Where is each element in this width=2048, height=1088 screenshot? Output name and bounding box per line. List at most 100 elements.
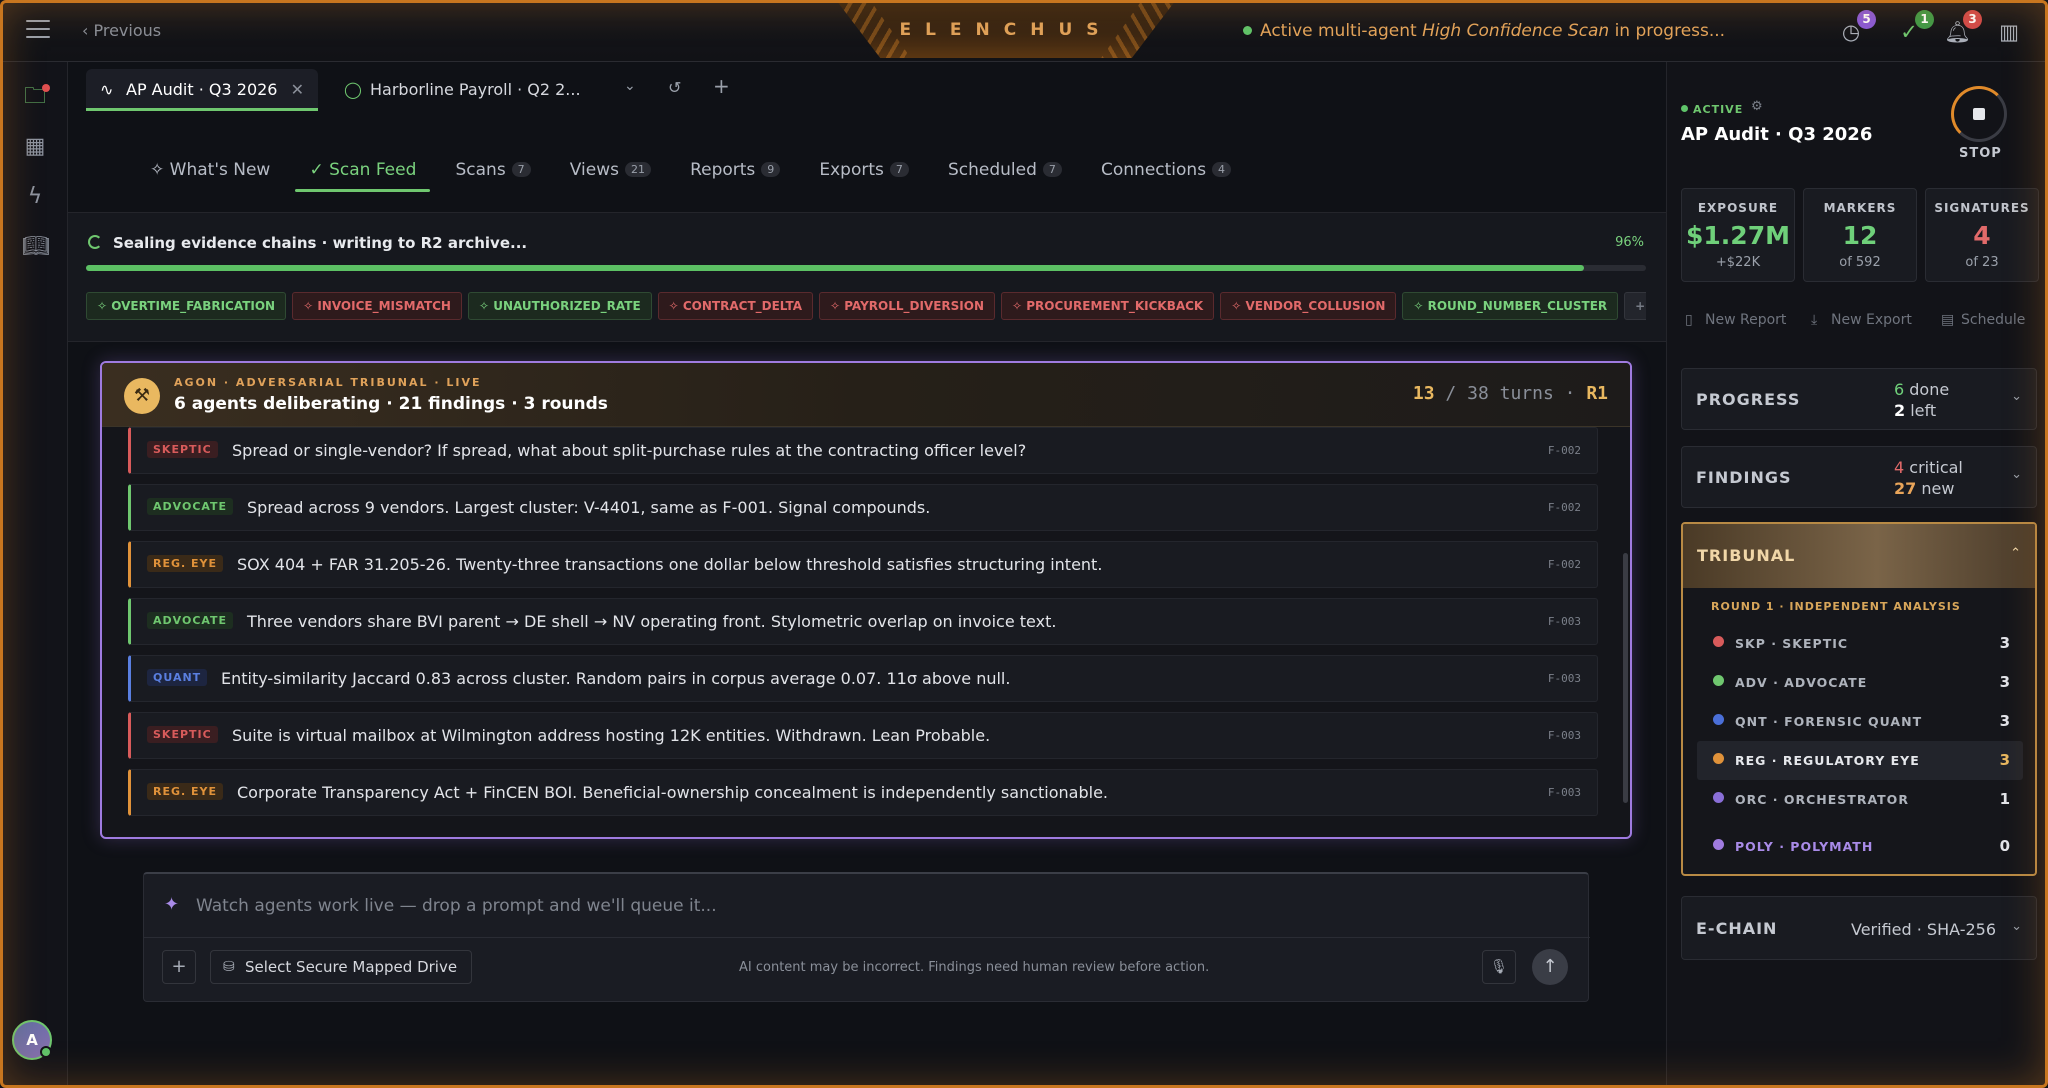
bell-icon[interactable]: 🔔︎ 3 [1944, 10, 1982, 45]
agent-row[interactable]: ADV · ADVOCATE 3 [1697, 663, 2023, 702]
tribunal-message[interactable]: REG. EYE Corporate Transparency Act + Fin… [128, 769, 1598, 816]
doc-tab-ap-audit[interactable]: ∿ AP Audit · Q3 2026 ✕ [86, 69, 318, 111]
history-tab-icon[interactable]: ↺ [668, 78, 681, 97]
history-badge: 5 [1857, 10, 1876, 29]
scan-title: AP Audit · Q3 2026 [1681, 124, 1873, 145]
download-icon: ⤓ [1811, 312, 1818, 328]
progress-section[interactable]: PROGRESS 6 done 2 left ⌄ [1681, 368, 2037, 430]
agent-row[interactable]: ORC · ORCHESTRATOR 1 [1697, 780, 2023, 819]
message-text: Entity-similarity Jaccard 0.83 across cl… [221, 669, 1011, 688]
echain-value: Verified · SHA-256 [1851, 920, 1996, 939]
check-icon[interactable]: ✓ 1 [1896, 10, 1934, 45]
diamond-icon: ✧ [1231, 299, 1246, 313]
progress-fill [86, 265, 1584, 271]
signal-chip[interactable]: ✧ INVOICE_MISMATCH [292, 292, 462, 320]
findings-section[interactable]: FINDINGS 4 critical 27 new ⌄ [1681, 446, 2037, 508]
finding-ref: F-003 [1547, 672, 1581, 685]
previous-label: Previous [93, 21, 162, 40]
document-icon: ▯ [1685, 312, 1693, 328]
agent-name: REG · REGULATORY EYE [1735, 753, 1920, 768]
status-suffix: in progress... [1609, 21, 1726, 41]
tribunal-message[interactable]: SKEPTIC Suite is virtual mailbox at Wilmi… [128, 712, 1598, 759]
section-label: E-CHAIN [1696, 919, 1778, 938]
gear-icon[interactable]: ⚙ [1751, 99, 1763, 114]
tribunal-message[interactable]: QUANT Entity-similarity Jaccard 0.83 acro… [128, 655, 1598, 702]
critical-text: critical [1904, 458, 1963, 477]
chevron-down-icon: ⌄ [2011, 389, 2022, 404]
attach-button[interactable]: + [162, 950, 196, 984]
tab-label: Scans [455, 160, 506, 180]
agent-count: 0 [1999, 837, 2011, 855]
signal-chip[interactable]: ✧ CONTRACT_DELTA [657, 292, 813, 320]
chevron-left-icon: ‹ [82, 21, 94, 40]
diamond-icon: ✧ [668, 299, 683, 313]
agent-name: ADV · ADVOCATE [1735, 675, 1868, 690]
tab-views[interactable]: Views 21 [570, 160, 651, 192]
tribunal-message[interactable]: ADVOCATE Three vendors share BVI parent →… [128, 598, 1598, 645]
signal-chip[interactable]: ✧ VENDOR_COLLUSION [1220, 292, 1397, 320]
hamburger-menu-icon[interactable] [26, 20, 50, 40]
signal-chip[interactable]: ✧ PROCUREMENT_KICKBACK [1001, 292, 1215, 320]
turns-current: 13 [1412, 383, 1435, 404]
previous-link[interactable]: ‹ Previous [82, 21, 161, 40]
stats-row: EXPOSURE $1.27M +$22K MARKERS 12 of 592 … [1681, 188, 2048, 282]
tribunal-section-header[interactable]: TRIBUNAL ⌃ [1683, 524, 2035, 588]
prompt-input[interactable]: Watch agents work live — drop a prompt a… [196, 896, 717, 916]
tab-whats-new[interactable]: ✧ What's New [150, 160, 270, 192]
agent-dot-icon [1713, 714, 1724, 725]
doc-tab-label: Harborline Payroll · Q2 2... [370, 80, 581, 99]
history-icon[interactable]: ◷ 5 [1838, 10, 1876, 45]
tab-exports[interactable]: Exports 7 [819, 160, 909, 192]
signal-chip[interactable]: ✧ ROUND_NUMBER_CLUSTER [1402, 292, 1619, 320]
chip-label: CONTRACT_DELTA [682, 299, 802, 313]
signal-chip[interactable]: +5 more [1624, 292, 1646, 320]
select-drive-button[interactable]: ⛁ Select Secure Mapped Drive [210, 950, 473, 984]
signal-chip[interactable]: ✧ PAYROLL_DIVERSION [819, 292, 995, 320]
diamond-icon: ✧ [1413, 299, 1428, 313]
echain-section[interactable]: E-CHAIN Verified · SHA-256 ⌄ [1681, 896, 2037, 960]
send-button[interactable]: ↑ [1532, 949, 1568, 985]
signal-chip[interactable]: ✧ UNAUTHORIZED_RATE [467, 292, 652, 320]
message-text: Three vendors share BVI parent → DE shel… [247, 612, 1057, 631]
panel-toggle-icon[interactable]: ▥ [1996, 19, 2022, 45]
new-count: 27 [1894, 479, 1917, 498]
tab-connections[interactable]: Connections 4 [1101, 160, 1232, 192]
agent-row[interactable]: SKP · SKEPTIC 3 [1697, 624, 2023, 663]
doc-tab-harborline[interactable]: ◯ Harborline Payroll · Q2 2... [330, 69, 581, 111]
drive-icon: ⛁ [223, 959, 235, 975]
active-status: ACTIVE [1681, 103, 1743, 116]
stat-signatures: SIGNATURES 4 of 23 [1925, 188, 2039, 282]
stat-label: EXPOSURE [1697, 201, 1779, 215]
add-tab-icon[interactable]: + [713, 74, 730, 98]
microphone-icon[interactable]: 🎙︎ [1482, 950, 1516, 984]
chevron-down-icon[interactable]: ⌄ [624, 78, 636, 94]
tribunal-message[interactable]: ADVOCATE Spread across 9 vendors. Largest… [128, 484, 1598, 531]
new-export-button[interactable]: ⤓ New Export [1807, 302, 1912, 338]
schedule-button[interactable]: ▤ Schedule [1937, 302, 2025, 338]
tab-reports[interactable]: Reports 9 [690, 160, 781, 192]
tribunal-message[interactable]: SKEPTIC Spread or single-vendor? If sprea… [128, 427, 1598, 474]
stat-value: 12 [1842, 221, 1878, 250]
status-dot-icon [1243, 26, 1252, 35]
signal-chip[interactable]: ✧ OVERTIME_FABRICATION [86, 292, 287, 320]
finding-ref: F-003 [1547, 729, 1581, 742]
close-icon[interactable]: ✕ [291, 69, 304, 111]
tab-scan-feed[interactable]: ✓ Scan Feed [295, 160, 431, 192]
book-icon[interactable]: 📖︎ [22, 234, 50, 260]
tab-scans[interactable]: Scans 7 [455, 160, 531, 192]
folder-icon[interactable]: 🗀 [22, 84, 50, 110]
stop-button[interactable] [1951, 86, 2007, 142]
tab-count: 21 [624, 162, 651, 177]
agent-row[interactable]: POLY · POLYMATH 0 [1697, 827, 2023, 866]
grid-icon[interactable]: ▦ [22, 134, 48, 160]
lightning-icon[interactable]: ϟ [22, 184, 48, 210]
tribunal-message[interactable]: REG. EYE SOX 404 + FAR 31.205-26. Twenty-… [128, 541, 1598, 588]
tribunal-messages[interactable]: SKEPTIC Spread or single-vendor? If sprea… [128, 427, 1598, 826]
new-report-button[interactable]: ▯ New Report [1681, 302, 1786, 338]
scrollbar[interactable] [1623, 553, 1628, 803]
tab-scheduled[interactable]: Scheduled 7 [948, 160, 1062, 192]
agent-name: QNT · FORENSIC QUANT [1735, 714, 1923, 729]
sparkle-icon: ✦ [164, 894, 180, 915]
agent-row[interactable]: QNT · FORENSIC QUANT 3 [1697, 702, 2023, 741]
agent-row[interactable]: REG · REGULATORY EYE 3 [1697, 741, 2023, 780]
